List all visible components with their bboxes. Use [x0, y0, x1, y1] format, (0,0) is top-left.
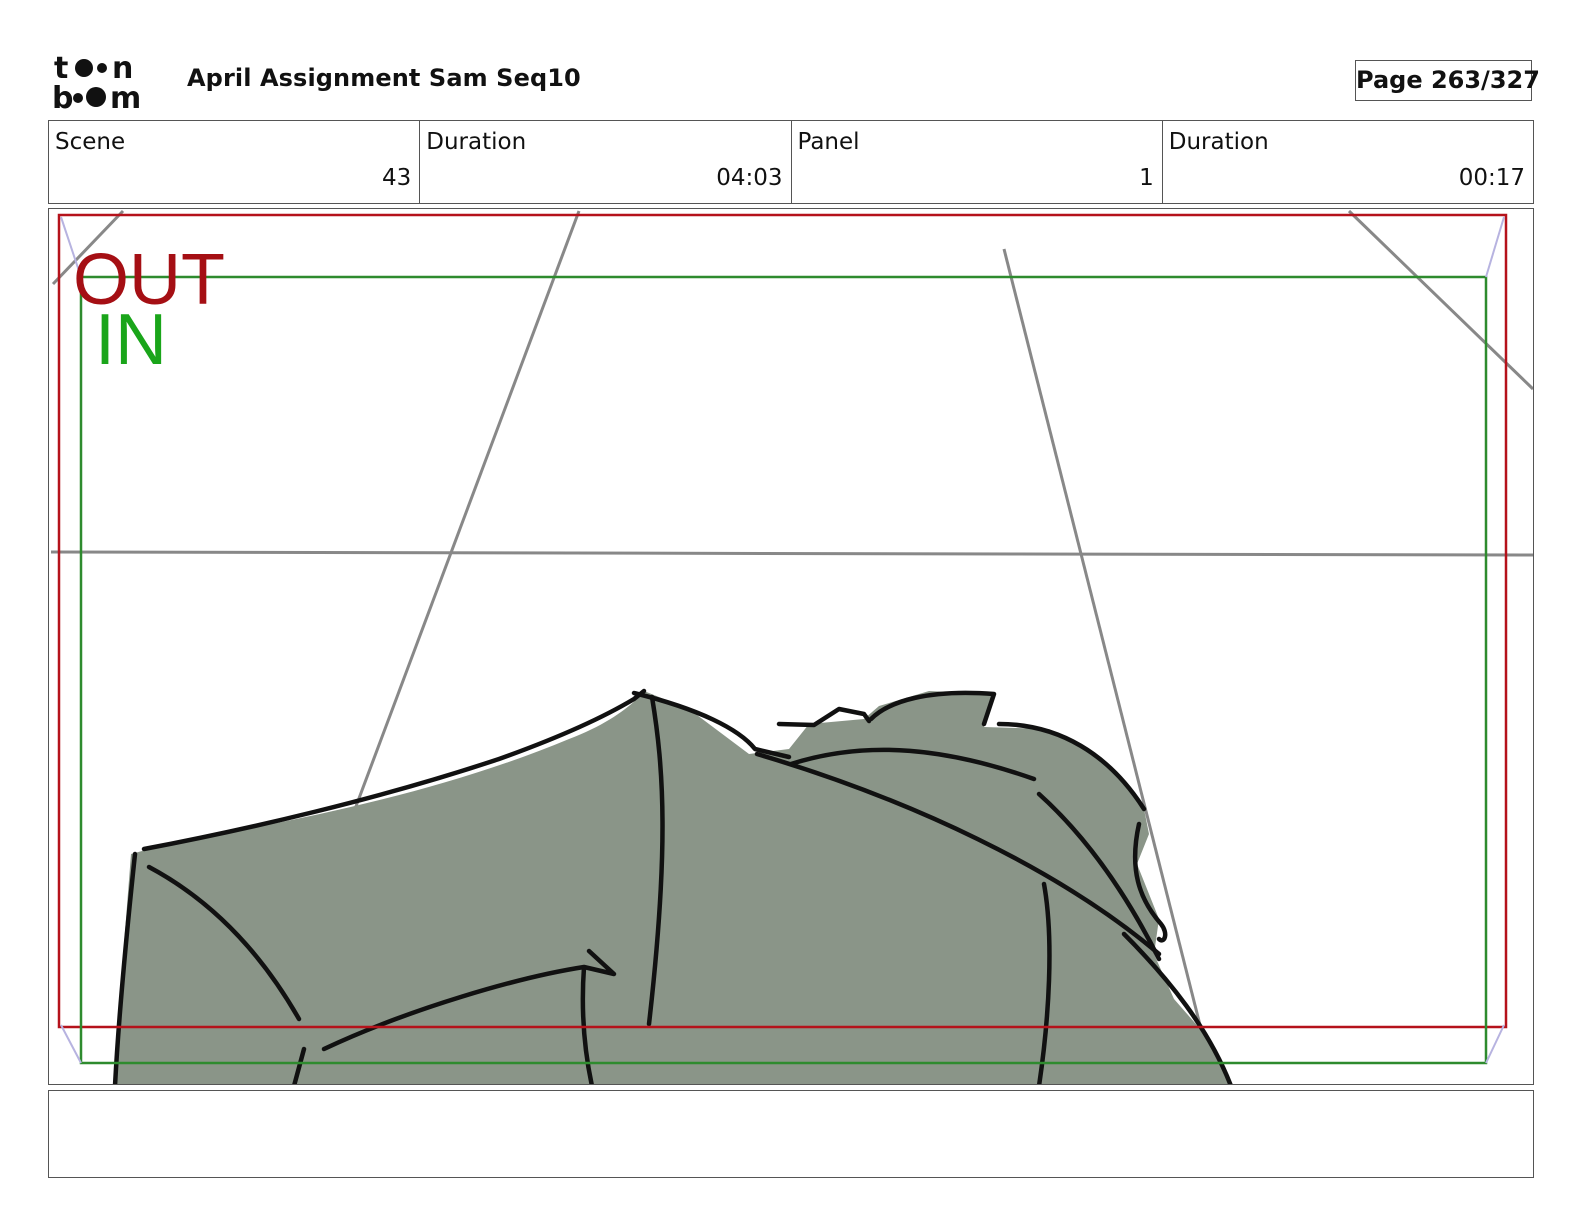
svg-text:m: m	[110, 81, 141, 112]
caption-box	[48, 1090, 1534, 1178]
scene-info-table: Scene 43 Duration 04:03 Panel 1 Duration…	[48, 120, 1534, 204]
panel-label: Panel	[797, 129, 860, 155]
storyboard-panel: OUT IN	[48, 208, 1534, 1085]
svg-text:b: b	[52, 81, 73, 112]
panel-drawing: OUT IN	[50, 209, 1533, 1084]
panel-duration-cell: Duration 00:17	[1163, 121, 1533, 203]
toon-boom-logo: t n b m	[52, 51, 141, 112]
scene-duration-label: Duration	[426, 129, 527, 155]
perspective-line-left	[353, 210, 581, 810]
document-title: April Assignment Sam Seq10	[187, 64, 581, 92]
scene-duration-value: 04:03	[716, 165, 783, 191]
horizon-line	[50, 550, 1533, 557]
scene-duration-cell: Duration 04:03	[420, 121, 792, 203]
in-label: IN	[95, 300, 167, 380]
panel-duration-label: Duration	[1168, 129, 1269, 155]
panel-duration-value: 00:17	[1458, 165, 1525, 191]
scene-cell: Scene 43	[49, 121, 421, 203]
scene-label: Scene	[55, 129, 126, 155]
panel-cell: Panel 1	[792, 121, 1163, 203]
panel-value: 1	[1139, 165, 1154, 191]
page-indicator: Page 263/327	[1355, 60, 1540, 101]
scene-value: 43	[381, 165, 412, 191]
